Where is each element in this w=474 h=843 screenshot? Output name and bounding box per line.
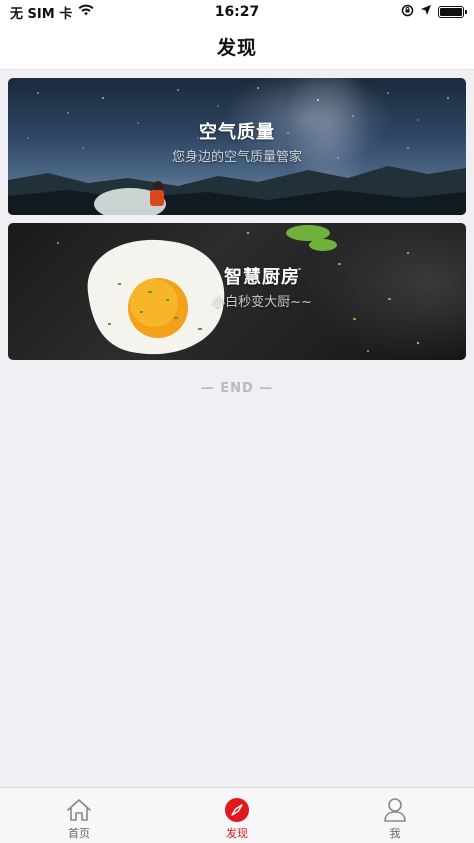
smart-kitchen-title: 智慧厨房 — [224, 267, 300, 288]
home-icon — [66, 797, 92, 823]
battery-icon — [438, 6, 467, 18]
status-bar: 无 SIM 卡 16:27 — [0, 0, 474, 24]
tab-me-label: 我 — [389, 827, 401, 840]
tab-bar: 首页 发现 我 — [0, 787, 474, 843]
status-right — [401, 4, 467, 21]
smart-kitchen-subtitle: 小白秒变大厨~~ — [212, 295, 312, 310]
location-arrow-icon — [420, 4, 432, 20]
tab-discover[interactable]: 发现 — [158, 788, 316, 843]
orientation-lock-icon — [401, 4, 414, 21]
tab-home-label: 首页 — [68, 827, 90, 840]
status-left: 无 SIM 卡 — [10, 3, 94, 22]
air-quality-subtitle: 您身边的空气质量管家 — [171, 150, 302, 165]
user-icon — [382, 797, 408, 823]
carrier-label: 无 SIM 卡 — [10, 6, 73, 22]
tab-discover-label: 发现 — [226, 827, 248, 840]
wifi-icon — [78, 4, 94, 20]
compass-icon — [224, 797, 250, 823]
tab-me[interactable]: 我 — [316, 788, 474, 843]
smart-kitchen-card[interactable]: 智慧厨房 小白秒变大厨~~ — [8, 223, 466, 360]
air-quality-title: 空气质量 — [199, 122, 275, 143]
end-label: — END — — [200, 381, 274, 396]
nav-bar: 发现 — [0, 24, 474, 70]
air-quality-card[interactable]: 空气质量 您身边的空气质量管家 — [8, 78, 466, 215]
page-title: 发现 — [216, 37, 257, 59]
tab-home[interactable]: 首页 — [0, 788, 158, 843]
